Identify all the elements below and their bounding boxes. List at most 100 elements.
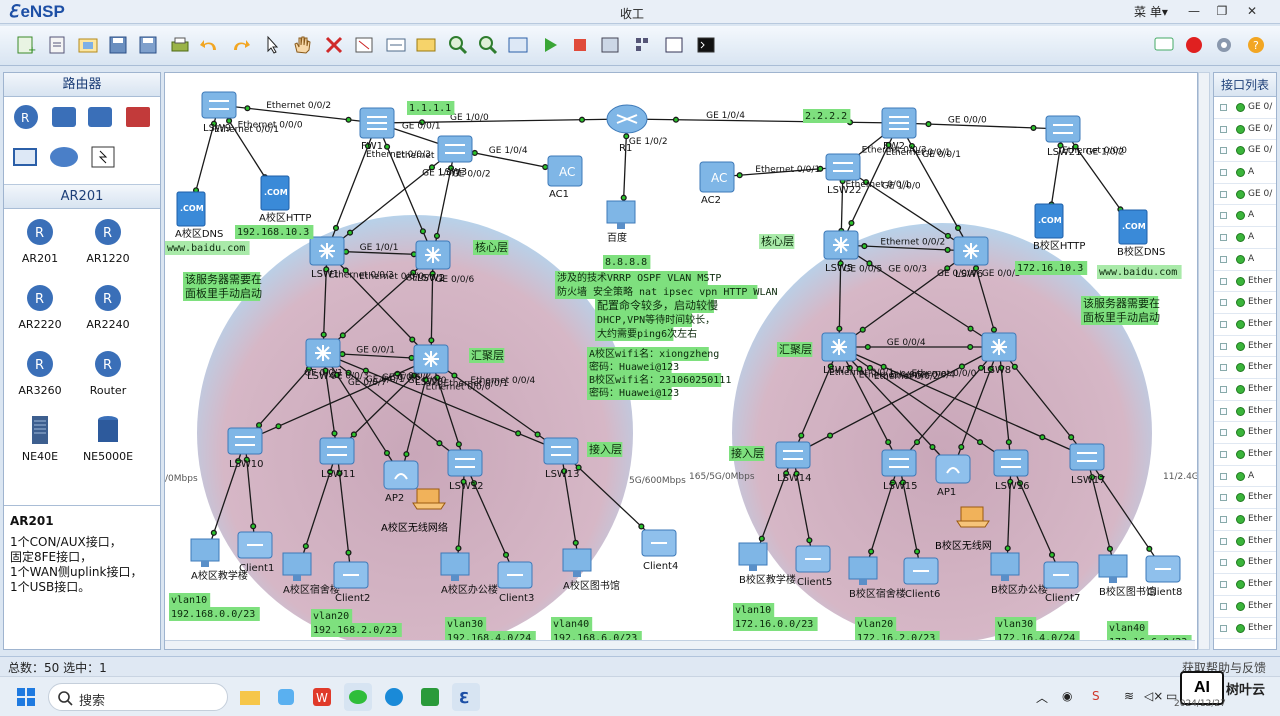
device-ar2220[interactable]: R AR2220 bbox=[10, 283, 70, 331]
menu-button[interactable]: 菜 单▾ bbox=[1134, 3, 1168, 20]
interface-checkbox[interactable] bbox=[1220, 429, 1227, 437]
terminal-icon[interactable] bbox=[694, 34, 718, 56]
text-note-icon[interactable] bbox=[384, 34, 408, 56]
device-ne5000e[interactable]: NE5000E bbox=[78, 415, 138, 463]
interface-checkbox[interactable] bbox=[1220, 147, 1227, 155]
interface-checkbox[interactable] bbox=[1220, 602, 1227, 610]
tray-app-icon[interactable]: ◉ bbox=[1062, 689, 1072, 703]
device-router[interactable]: R Router bbox=[78, 349, 138, 397]
interface-row[interactable]: Ether bbox=[1214, 314, 1276, 336]
open-icon[interactable] bbox=[76, 34, 100, 56]
interface-row[interactable]: Ether bbox=[1214, 596, 1276, 618]
app-green-icon[interactable] bbox=[416, 683, 444, 711]
device-ne40e[interactable]: NE40E bbox=[10, 415, 70, 463]
wechat-icon[interactable] bbox=[344, 683, 372, 711]
interface-row[interactable]: Ether bbox=[1214, 292, 1276, 314]
interface-checkbox[interactable] bbox=[1220, 104, 1227, 111]
interface-checkbox[interactable] bbox=[1220, 364, 1227, 372]
interface-row[interactable]: Ether bbox=[1214, 487, 1276, 510]
wps-icon[interactable]: W bbox=[308, 683, 336, 711]
minimize-icon[interactable]: — bbox=[1180, 0, 1208, 22]
interface-checkbox[interactable] bbox=[1220, 212, 1227, 220]
settings-gear-icon[interactable] bbox=[1212, 34, 1236, 56]
wifi-icon[interactable]: ≋ bbox=[1124, 689, 1134, 703]
interface-checkbox[interactable] bbox=[1220, 255, 1227, 263]
interface-checkbox[interactable] bbox=[1220, 342, 1227, 350]
tray-chevron-icon[interactable]: ︿ bbox=[1036, 689, 1048, 706]
interface-checkbox[interactable] bbox=[1220, 516, 1227, 524]
palette-icon[interactable] bbox=[630, 34, 654, 56]
pan-hand-icon[interactable] bbox=[290, 34, 314, 56]
chat-icon[interactable] bbox=[1152, 34, 1176, 56]
huawei-logo-icon[interactable] bbox=[1182, 34, 1206, 56]
taskbar-search[interactable]: 搜索 bbox=[48, 683, 228, 711]
topology-canvas[interactable]: .COM AC Ethernet 0/0/2GE 1/0/0GE 1/0/4GE… bbox=[164, 72, 1198, 650]
interface-checkbox[interactable] bbox=[1220, 190, 1227, 198]
interface-checkbox[interactable] bbox=[1220, 125, 1227, 133]
restore-icon[interactable]: ❐ bbox=[1208, 0, 1236, 22]
capture-icon[interactable] bbox=[598, 34, 622, 56]
ensp-taskbar-icon[interactable]: ℇ bbox=[452, 683, 480, 711]
interface-checkbox[interactable] bbox=[1220, 234, 1227, 242]
interface-row[interactable]: A bbox=[1214, 227, 1276, 249]
undo-icon[interactable] bbox=[198, 34, 222, 56]
canvas-vertical-scrollbar[interactable] bbox=[1198, 72, 1210, 650]
edge-browser-icon[interactable] bbox=[380, 683, 408, 711]
interface-row[interactable]: Ether bbox=[1214, 401, 1276, 423]
canvas-horizontal-scrollbar[interactable] bbox=[165, 640, 1195, 649]
new-topology-icon[interactable]: + bbox=[14, 34, 38, 56]
interface-checkbox[interactable] bbox=[1220, 537, 1227, 545]
interface-row[interactable]: GE 0/ bbox=[1214, 140, 1276, 163]
redo-icon[interactable] bbox=[228, 34, 252, 56]
interface-checkbox[interactable] bbox=[1220, 451, 1227, 458]
interface-row[interactable]: Ether bbox=[1214, 271, 1276, 293]
interface-row[interactable]: A bbox=[1214, 162, 1276, 184]
volume-icon[interactable]: ◁× bbox=[1144, 689, 1163, 703]
device-ar2240[interactable]: R AR2240 bbox=[78, 283, 138, 331]
interface-checkbox[interactable] bbox=[1220, 559, 1227, 567]
interface-checkbox[interactable] bbox=[1220, 385, 1227, 393]
interface-row[interactable]: Ether bbox=[1214, 509, 1276, 531]
interface-row[interactable]: GE 0/ bbox=[1214, 184, 1276, 206]
interface-row[interactable]: Ether bbox=[1214, 552, 1276, 575]
interface-row[interactable]: A bbox=[1214, 466, 1276, 488]
interface-checkbox[interactable] bbox=[1220, 320, 1227, 328]
windows-start-icon[interactable] bbox=[12, 683, 40, 711]
interface-row[interactable]: Ether bbox=[1214, 379, 1276, 401]
interface-checkbox[interactable] bbox=[1220, 472, 1227, 480]
device-ar3260[interactable]: R AR3260 bbox=[10, 349, 70, 397]
delete-link-icon[interactable] bbox=[352, 34, 376, 56]
copilot-icon[interactable] bbox=[272, 683, 300, 711]
save-icon[interactable] bbox=[106, 34, 130, 56]
interface-row[interactable]: Ether bbox=[1214, 618, 1276, 640]
print-icon[interactable] bbox=[168, 34, 192, 56]
interface-checkbox[interactable] bbox=[1220, 299, 1227, 307]
interface-row[interactable]: Ether bbox=[1214, 444, 1276, 466]
tray-wps-icon[interactable]: S bbox=[1092, 689, 1100, 703]
interface-row[interactable]: GE 0/ bbox=[1214, 119, 1276, 141]
help-icon[interactable]: ? bbox=[1244, 34, 1268, 56]
fit-window-icon[interactable] bbox=[506, 34, 530, 56]
start-device-icon[interactable] bbox=[538, 34, 562, 56]
interface-checkbox[interactable] bbox=[1220, 581, 1227, 589]
new-example-icon[interactable] bbox=[46, 34, 70, 56]
select-pointer-icon[interactable] bbox=[260, 34, 284, 56]
interface-row[interactable]: Ether bbox=[1214, 336, 1276, 358]
device-ar1220[interactable]: R AR1220 bbox=[78, 217, 138, 265]
interface-row[interactable]: Ether bbox=[1214, 531, 1276, 553]
interface-checkbox[interactable] bbox=[1220, 624, 1227, 632]
save-as-icon[interactable] bbox=[136, 34, 160, 56]
interface-checkbox[interactable] bbox=[1220, 277, 1227, 285]
interface-checkbox[interactable] bbox=[1220, 407, 1227, 415]
interface-row[interactable]: Ether bbox=[1214, 422, 1276, 444]
interface-row[interactable]: Ether bbox=[1214, 357, 1276, 379]
zoom-out-icon[interactable] bbox=[476, 34, 500, 56]
shape-icon[interactable] bbox=[414, 34, 438, 56]
file-explorer-icon[interactable] bbox=[236, 683, 264, 711]
stop-device-icon[interactable] bbox=[568, 34, 592, 56]
interface-row[interactable]: GE 0/ bbox=[1214, 97, 1276, 119]
interface-checkbox[interactable] bbox=[1220, 494, 1227, 502]
interface-row[interactable]: A bbox=[1214, 249, 1276, 271]
delete-icon[interactable] bbox=[322, 34, 346, 56]
window-icon[interactable] bbox=[662, 34, 686, 56]
